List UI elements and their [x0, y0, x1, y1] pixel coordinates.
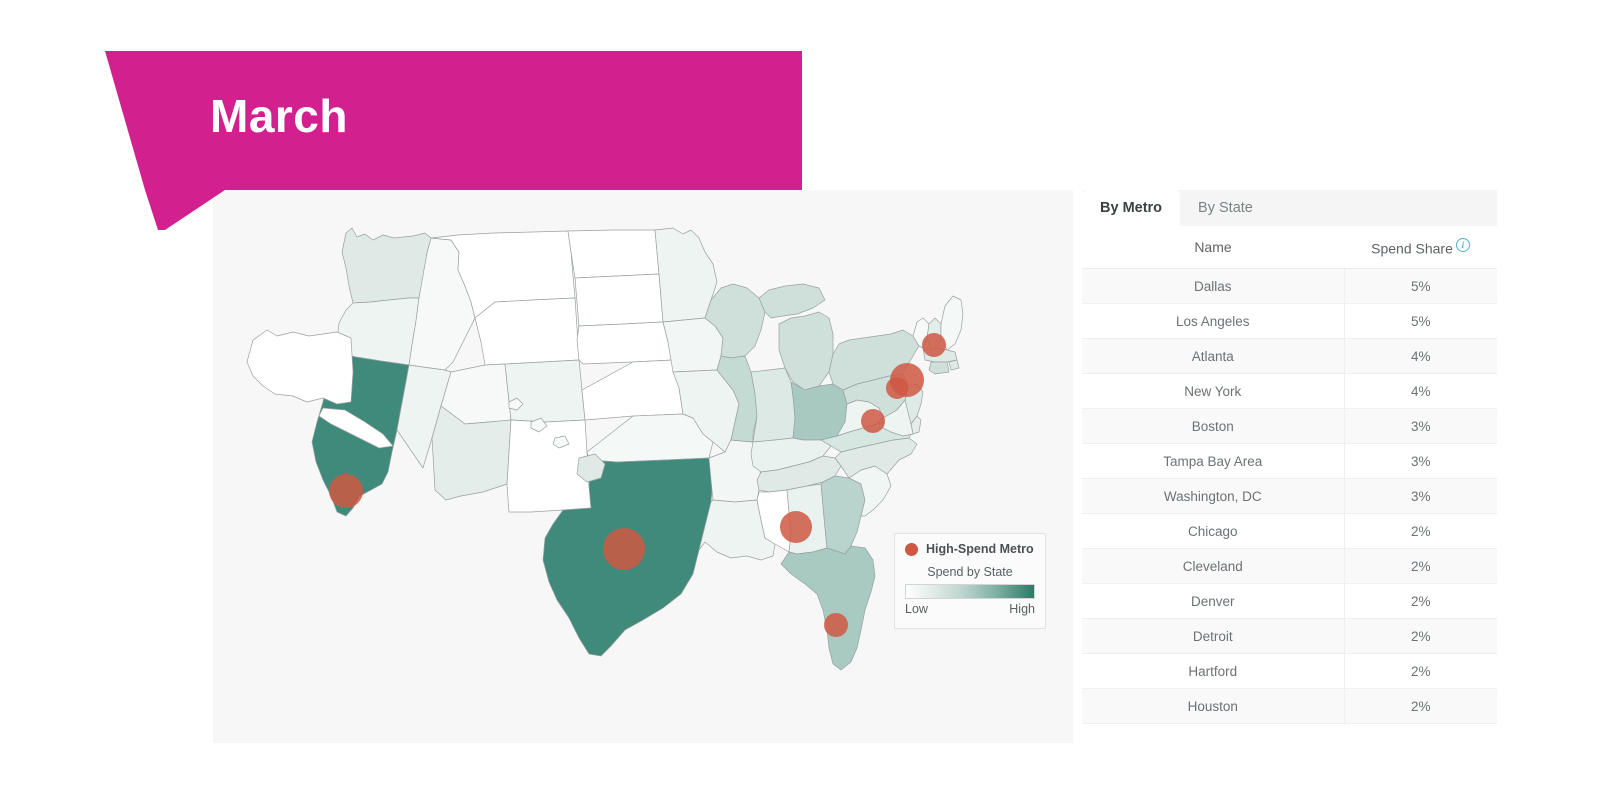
cell-metro-name: Houston: [1082, 688, 1344, 724]
metro-table-card: Name Spend Share i Dallas 5% Los Angeles 5% A…: [1082, 226, 1497, 743]
cell-metro-name: Hartford: [1082, 653, 1344, 689]
cell-metro-name: Chicago: [1082, 513, 1344, 549]
table-row[interactable]: Atlanta 4%: [1082, 338, 1497, 374]
cell-spend-share: 4%: [1343, 373, 1497, 409]
cell-spend-share: 3%: [1343, 443, 1497, 479]
cell-metro-name: New York: [1082, 373, 1344, 409]
metro-marker-dallas[interactable]: [603, 528, 645, 570]
state-RI[interactable]: [948, 359, 960, 371]
table-row[interactable]: New York 4%: [1082, 373, 1497, 409]
column-header-spend-share-label: Spend Share: [1371, 240, 1453, 257]
table-row[interactable]: Washington, DC 3%: [1082, 478, 1497, 514]
cell-spend-share: 2%: [1343, 618, 1497, 654]
state-GA[interactable]: [820, 475, 866, 555]
table-row[interactable]: Denver 2%: [1082, 583, 1497, 619]
column-header-name[interactable]: Name: [1082, 226, 1344, 269]
info-icon[interactable]: i: [1455, 238, 1470, 252]
legend-end-labels: Low High: [905, 602, 1035, 616]
table-row[interactable]: Dallas 5%: [1082, 268, 1497, 304]
state-CT[interactable]: [928, 361, 950, 375]
cell-spend-share: 3%: [1343, 478, 1497, 514]
cell-spend-share: 2%: [1343, 583, 1497, 619]
month-banner-tail: [145, 190, 225, 230]
state-NE[interactable]: [576, 321, 674, 365]
tab-by-metro[interactable]: By Metro: [1082, 190, 1181, 226]
legend-high-label: High: [1009, 602, 1035, 616]
state-MN[interactable]: [654, 227, 718, 323]
state-KS[interactable]: [581, 359, 684, 421]
cell-metro-name: Los Angeles: [1082, 303, 1344, 339]
table-row[interactable]: Hartford 2%: [1082, 653, 1497, 689]
us-choropleth-map[interactable]: [213, 190, 1073, 743]
metro-marker-washington-dc[interactable]: [861, 409, 885, 433]
state-CO[interactable]: [504, 359, 586, 423]
table-row[interactable]: Los Angeles 5%: [1082, 303, 1497, 339]
map-panel: High-Spend Metro Spend by State Low High: [213, 190, 1073, 743]
table-row[interactable]: Boston 3%: [1082, 408, 1497, 444]
state-FL[interactable]: [780, 545, 876, 671]
cell-metro-name: Denver: [1082, 583, 1344, 619]
cell-metro-name: Boston: [1082, 408, 1344, 444]
metro-table: Name Spend Share i Dallas 5% Los Angeles 5% A…: [1082, 226, 1497, 724]
table-row[interactable]: Chicago 2%: [1082, 513, 1497, 549]
cell-metro-name: Cleveland: [1082, 548, 1344, 584]
metro-marker-new-york[interactable]: [890, 363, 924, 397]
high-spend-metro-dot-icon: [905, 542, 918, 556]
metro-marker-tampa-bay-area[interactable]: [824, 613, 848, 637]
cell-spend-share: 2%: [1343, 513, 1497, 549]
state-IA[interactable]: [662, 317, 724, 373]
legend-metro-row: High-Spend Metro: [905, 542, 1035, 556]
state-ND[interactable]: [567, 229, 660, 279]
table-row[interactable]: Detroit 2%: [1082, 618, 1497, 654]
table-row[interactable]: Cleveland 2%: [1082, 548, 1497, 584]
legend-scale-title: Spend by State: [927, 565, 1013, 579]
metro-table-body: Dallas 5% Los Angeles 5% Atlanta 4% New York 4%…: [1082, 268, 1497, 724]
cell-metro-name: Atlanta: [1082, 338, 1344, 374]
cell-spend-share: 2%: [1343, 548, 1497, 584]
metro-marker-atlanta[interactable]: [780, 511, 812, 543]
state-IN[interactable]: [750, 367, 796, 443]
table-row[interactable]: Houston 2%: [1082, 688, 1497, 724]
cell-spend-share: 3%: [1343, 408, 1497, 444]
cell-metro-name: Tampa Bay Area: [1082, 443, 1344, 479]
metro-table-panel: By Metro By State Name Spend Share i Dall…: [1082, 190, 1497, 743]
legend-metro-label: High-Spend Metro: [926, 542, 1034, 556]
page-title: March: [210, 90, 348, 142]
state-SD[interactable]: [574, 273, 664, 327]
cell-metro-name: Detroit: [1082, 618, 1344, 654]
cell-spend-share: 2%: [1343, 653, 1497, 689]
tab-by-state[interactable]: By State: [1180, 190, 1271, 226]
metro-marker-boston[interactable]: [922, 333, 946, 357]
table-header-row: Name Spend Share i: [1082, 226, 1497, 269]
legend-gradient-bar: [905, 584, 1035, 599]
panel-tabs: By Metro By State: [1082, 190, 1497, 226]
cell-spend-share: 2%: [1343, 688, 1497, 724]
metro-marker-los-angeles[interactable]: [329, 474, 363, 508]
state-WY[interactable]: [474, 297, 580, 366]
cell-spend-share: 5%: [1343, 303, 1497, 339]
state-OH[interactable]: [790, 381, 848, 441]
legend-low-label: Low: [905, 602, 928, 616]
metro-table-head: Name Spend Share i: [1082, 226, 1497, 269]
cell-spend-share: 5%: [1343, 268, 1497, 304]
state-WA[interactable]: [341, 227, 432, 304]
cell-spend-share: 4%: [1343, 338, 1497, 374]
table-row[interactable]: Tampa Bay Area 3%: [1082, 443, 1497, 479]
state-OK[interactable]: [586, 413, 714, 463]
map-legend: High-Spend Metro Spend by State Low High: [894, 533, 1046, 629]
column-header-spend-share[interactable]: Spend Share i: [1344, 226, 1497, 269]
states-layer: [246, 227, 964, 671]
cell-metro-name: Dallas: [1082, 268, 1344, 304]
cell-metro-name: Washington, DC: [1082, 478, 1344, 514]
